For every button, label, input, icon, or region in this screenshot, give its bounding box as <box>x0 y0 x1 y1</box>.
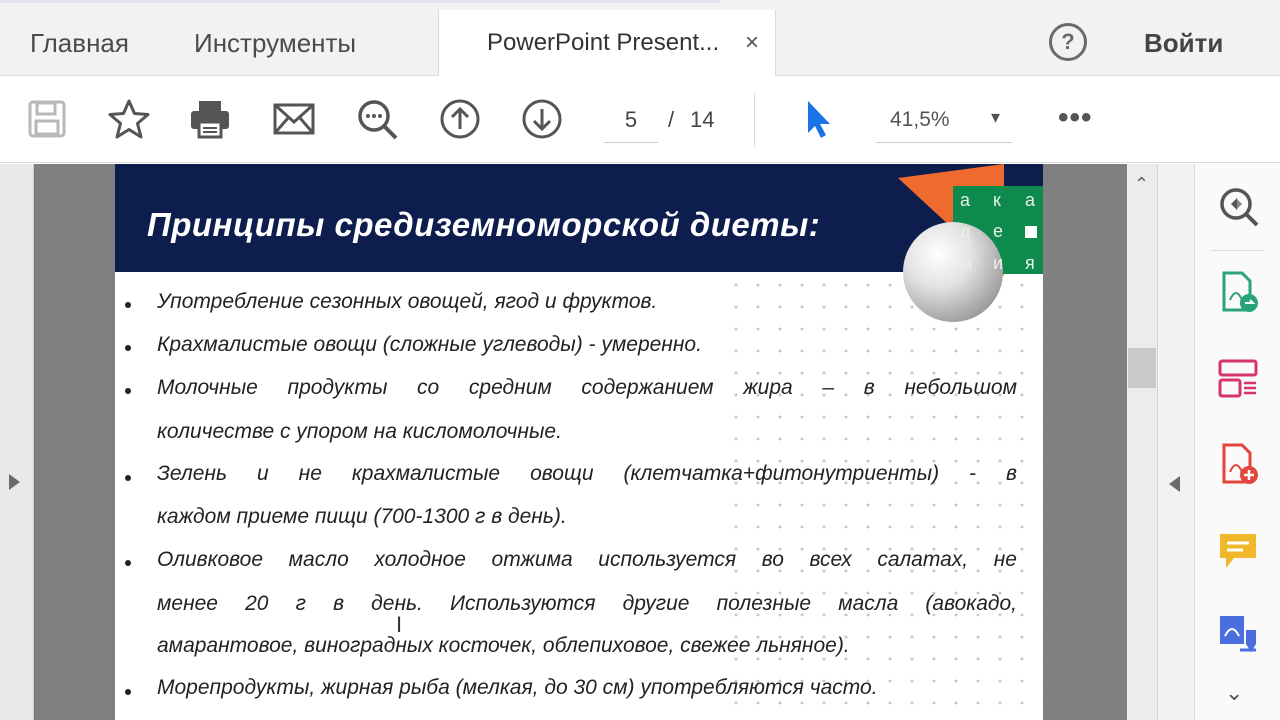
zoom-select[interactable]: 41,5% ▾ <box>876 99 1012 143</box>
export-pdf-icon[interactable] <box>1216 270 1260 314</box>
browser-edge-line <box>0 0 720 3</box>
signin-button[interactable]: Войти <box>1144 28 1223 59</box>
bullet-text: Оливковое масло холодное отжима использу… <box>157 548 1017 571</box>
bullet-dot <box>125 475 131 481</box>
zoom-search-icon[interactable] <box>355 97 399 141</box>
comment-icon[interactable] <box>1216 528 1260 572</box>
toolbar-divider <box>754 93 755 147</box>
bullet-text: Морепродукты, жирная рыба (мелкая, до 30… <box>157 676 878 699</box>
bullet-text: Молочные продукты со средним содержанием… <box>157 376 1017 399</box>
logo-letter: и <box>993 253 1004 273</box>
logo-square <box>1025 226 1037 238</box>
logo-letter: м <box>960 253 973 273</box>
tab-home[interactable]: Главная <box>30 10 129 76</box>
bullet-text: Употребление сезонных овощей, ягод и фру… <box>157 290 658 313</box>
bullet-dot <box>125 689 131 695</box>
bullet-text: Зелень и не крахмалистые овощи (клетчатк… <box>157 462 1017 485</box>
logo-letter: е <box>993 221 1004 241</box>
bullet-text: Крахмалистые овощи (сложные углеводы) - … <box>157 333 702 356</box>
logo-letter: я <box>1025 253 1035 273</box>
panel-scroll-down-icon[interactable]: ⌄ <box>1225 680 1243 706</box>
scroll-up-icon[interactable]: ⌃ <box>1134 174 1149 195</box>
tab-document-label: PowerPoint Present... <box>487 29 720 56</box>
create-pdf-icon[interactable] <box>1216 442 1260 486</box>
bullet-dot <box>125 345 131 351</box>
zoom-value: 41,5% <box>890 108 950 131</box>
page-number-input[interactable]: 5 <box>604 99 658 143</box>
edit-pdf-icon[interactable] <box>1216 612 1260 656</box>
more-options-icon[interactable]: ••• <box>1058 101 1093 135</box>
close-tab-icon[interactable]: × <box>745 29 759 57</box>
tab-bar: Главная Инструменты PowerPoint Present..… <box>0 0 1280 76</box>
right-panel-toggle[interactable] <box>1157 164 1194 720</box>
star-icon[interactable] <box>107 97 151 141</box>
bullet-text: менее 20 г в день. Используются другие п… <box>157 592 1017 615</box>
text-cursor-icon: I <box>396 612 403 637</box>
collapse-right-icon[interactable] <box>1169 476 1180 492</box>
document-viewport[interactable]: Принципы средиземноморской диеты: а к а … <box>0 164 1194 720</box>
zoom-fit-icon[interactable] <box>1216 184 1260 228</box>
logo-letter: а <box>1025 190 1036 210</box>
bullet-dot <box>125 302 131 308</box>
logo-letter: к <box>993 190 1001 210</box>
expand-left-icon[interactable] <box>9 474 20 490</box>
page-up-icon[interactable] <box>438 97 482 141</box>
bullet-dot <box>125 560 131 566</box>
help-icon[interactable]: ? <box>1049 23 1087 61</box>
print-icon[interactable] <box>188 97 232 141</box>
bullet-text: количестве с упором на кисломолочные. <box>157 420 562 443</box>
logo-letter: а <box>960 190 971 210</box>
page-total: 14 <box>690 107 715 132</box>
page-margin-left <box>35 164 115 720</box>
tools-panel: ⌄ <box>1194 164 1280 720</box>
organize-pages-icon[interactable] <box>1216 356 1260 400</box>
slide-title: Принципы средиземноморской диеты: <box>147 206 821 243</box>
tab-tools[interactable]: Инструменты <box>194 10 356 76</box>
bullet-dot <box>125 388 131 394</box>
vertical-scrollbar[interactable]: ⌃ <box>1127 164 1157 720</box>
pdf-reader-window: Главная Инструменты PowerPoint Present..… <box>0 0 1280 720</box>
chevron-down-icon: ▾ <box>990 107 1000 127</box>
slide-page: Принципы средиземноморской диеты: а к а … <box>115 164 1043 720</box>
page-down-icon[interactable] <box>520 97 564 141</box>
scroll-thumb[interactable] <box>1128 348 1156 388</box>
save-icon[interactable] <box>25 97 69 141</box>
bullet-text: каждом приеме пищи (700-1300 г в день). <box>157 505 567 528</box>
left-panel-toggle[interactable] <box>0 164 34 720</box>
email-icon[interactable] <box>272 97 316 141</box>
page-separator: / <box>668 107 675 132</box>
bullet-text: амарантовое, виноградных косточек, облеп… <box>157 634 850 657</box>
page-margin-right <box>1043 164 1127 720</box>
toolbar: 5 / 14 41,5% ▾ ••• <box>0 77 1280 163</box>
select-cursor-icon[interactable] <box>796 97 840 141</box>
logo-letter: д <box>960 221 971 241</box>
tab-document[interactable]: PowerPoint Present... × <box>438 10 776 76</box>
panel-divider <box>1211 250 1265 251</box>
